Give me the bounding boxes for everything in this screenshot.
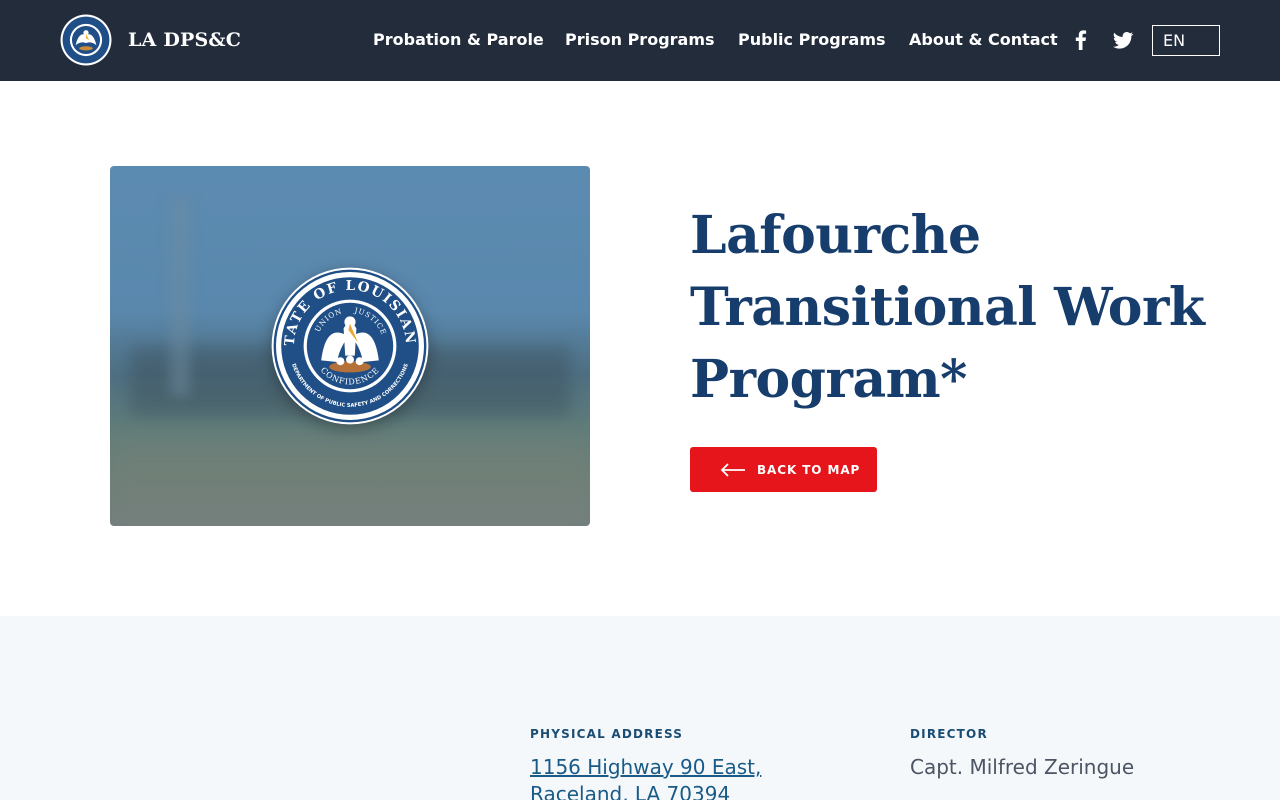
facebook-icon[interactable]	[1069, 28, 1093, 52]
physical-address-label: PHYSICAL ADDRESS	[530, 727, 684, 741]
page-title: Lafourche Transitional Work Program*	[690, 205, 1205, 410]
facility-info-section: PHYSICAL ADDRESS 1156 Highway 90 East, R…	[0, 616, 1280, 800]
nav-public-programs[interactable]: Public Programs	[738, 30, 886, 50]
louisiana-seal-icon	[60, 14, 112, 66]
director-name: Capt. Milfred Zeringue	[910, 755, 1135, 779]
nav-probation-parole[interactable]: Probation & Parole	[373, 30, 544, 50]
back-to-map-button[interactable]: BACK TO MAP	[690, 447, 877, 492]
nav-about-contact[interactable]: About & Contact	[909, 30, 1058, 50]
site-header: LA DPS&C Probation & Parole Prison Progr…	[0, 0, 1280, 81]
arrow-left-icon	[720, 462, 745, 477]
back-to-map-label: BACK TO MAP	[757, 462, 861, 477]
photo-ground-blur	[110, 436, 590, 526]
photo-pole-blur	[170, 196, 190, 396]
physical-address-link[interactable]: 1156 Highway 90 East, Raceland, LA 70394	[530, 754, 790, 800]
nav-prison-programs[interactable]: Prison Programs	[565, 30, 715, 50]
address-line-2: Raceland, LA 70394	[530, 782, 731, 800]
address-line-1: 1156 Highway 90 East,	[530, 755, 762, 779]
twitter-icon[interactable]	[1111, 28, 1135, 52]
brand-link[interactable]: LA DPS&C	[60, 14, 241, 66]
louisiana-seal: STATE OF LOUISIANA DEPARTMENT OF PUBLIC …	[270, 266, 429, 425]
facility-photo: STATE OF LOUISIANA DEPARTMENT OF PUBLIC …	[110, 166, 590, 526]
language-selector[interactable]: EN	[1152, 25, 1220, 56]
brand-name: LA DPS&C	[128, 29, 242, 51]
director-label: DIRECTOR	[910, 727, 988, 741]
